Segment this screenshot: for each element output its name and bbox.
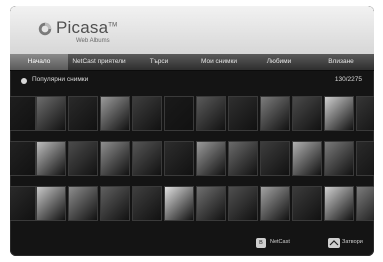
photo-grid <box>10 96 374 231</box>
photo-thumbnail[interactable] <box>164 141 194 176</box>
photo-thumbnail[interactable] <box>292 186 322 221</box>
tab-login[interactable]: Влизане <box>308 54 374 70</box>
photo-thumbnail[interactable] <box>68 96 98 131</box>
photo-thumbnail[interactable] <box>292 96 322 131</box>
picasa-logo-icon <box>38 22 52 36</box>
app-subtitle: Web Albums <box>76 38 110 44</box>
photo-thumbnail[interactable] <box>228 141 258 176</box>
photo-thumbnail[interactable] <box>36 186 66 221</box>
photo-thumbnail[interactable] <box>324 186 354 221</box>
photo-thumbnail[interactable] <box>132 96 162 131</box>
section-bullet-icon <box>21 78 27 84</box>
photo-thumbnail[interactable] <box>356 96 374 131</box>
photo-thumbnail[interactable] <box>68 141 98 176</box>
photo-thumbnail[interactable] <box>228 96 258 131</box>
photo-thumbnail[interactable] <box>164 96 194 131</box>
photo-thumbnail[interactable] <box>100 186 130 221</box>
photo-thumbnail[interactable] <box>132 141 162 176</box>
photo-thumbnail[interactable] <box>10 186 36 221</box>
exit-icon <box>329 240 339 246</box>
photo-thumbnail[interactable] <box>356 141 374 176</box>
tab-favorites[interactable]: Любими <box>250 54 308 70</box>
close-label: Затвори <box>342 239 363 245</box>
brand-trademark: TM <box>108 22 118 29</box>
photo-thumbnail[interactable] <box>356 186 374 221</box>
brand-text: Picasa <box>56 18 109 37</box>
tab-search[interactable]: Търси <box>130 54 188 70</box>
photo-row-1 <box>10 96 374 131</box>
netcast-label: NetCast <box>270 239 290 245</box>
photo-thumbnail[interactable] <box>36 96 66 131</box>
photo-thumbnail[interactable] <box>260 96 290 131</box>
photo-thumbnail[interactable] <box>196 96 226 131</box>
photo-thumbnail[interactable] <box>196 141 226 176</box>
tab-my-photos[interactable]: Мои снимки <box>188 54 250 70</box>
photo-thumbnail[interactable] <box>260 141 290 176</box>
photo-thumbnail[interactable] <box>260 186 290 221</box>
photo-thumbnail[interactable] <box>324 141 354 176</box>
section-title: Популярни снимки <box>32 76 89 83</box>
photo-thumbnail[interactable] <box>100 96 130 131</box>
photo-thumbnail[interactable] <box>132 186 162 221</box>
header: PicasaTM Web Albums <box>10 6 374 54</box>
photo-thumbnail[interactable] <box>10 141 36 176</box>
app-brand: PicasaTM <box>56 18 117 38</box>
photo-thumbnail[interactable] <box>36 141 66 176</box>
photo-thumbnail[interactable] <box>196 186 226 221</box>
tab-bar: Начало NetCast приятели Търси Мои снимки… <box>10 54 374 71</box>
photo-row-2 <box>10 141 374 176</box>
photo-thumbnail[interactable] <box>68 186 98 221</box>
photo-thumbnail[interactable] <box>228 186 258 221</box>
tab-netcast-friends[interactable]: NetCast приятели <box>68 54 130 70</box>
photo-thumbnail[interactable] <box>10 96 36 131</box>
tv-screen: PicasaTM Web Albums Начало NetCast прият… <box>10 6 374 256</box>
photo-thumbnail[interactable] <box>324 96 354 131</box>
photo-thumbnail[interactable] <box>100 141 130 176</box>
photo-row-3 <box>10 186 374 221</box>
footer-bar: B NetCast Затвори <box>10 234 374 256</box>
blue-key-button[interactable]: B <box>256 238 266 248</box>
photo-thumbnail[interactable] <box>164 186 194 221</box>
photo-thumbnail[interactable] <box>292 141 322 176</box>
exit-key-icon[interactable] <box>328 238 340 248</box>
tab-home[interactable]: Начало <box>10 54 68 70</box>
photo-count: 130/2275 <box>334 76 362 83</box>
